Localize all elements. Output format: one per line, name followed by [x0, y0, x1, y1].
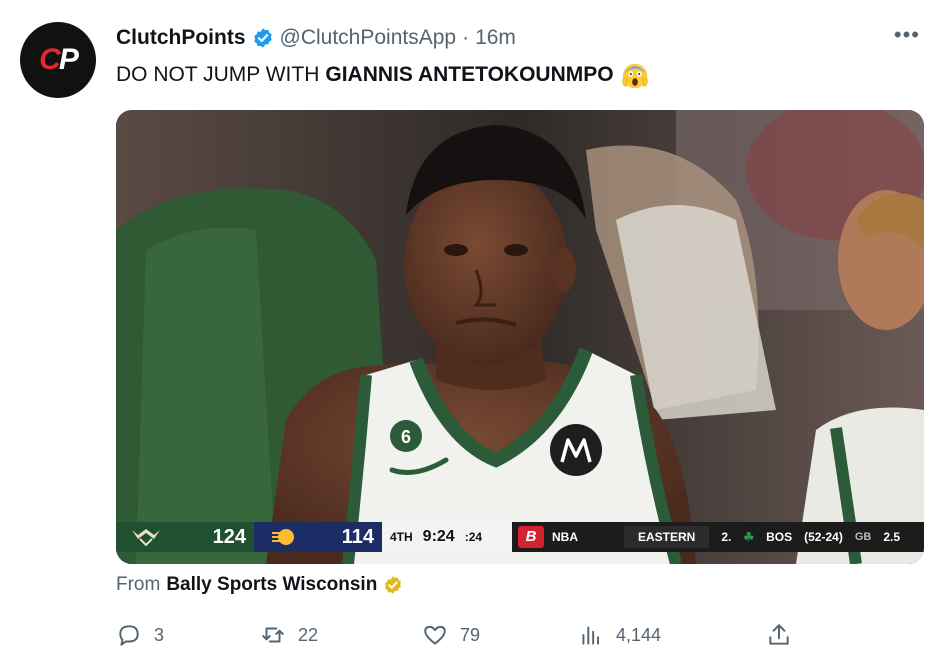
away-score: 114 — [341, 525, 374, 548]
tweet-text: DO NOT JUMP WITH GIANNIS ANTETOKOUNMPO — [116, 60, 650, 90]
shot-clock: :24 — [464, 530, 483, 544]
pacers-logo-icon — [272, 529, 294, 545]
standings-rank: 2. — [721, 530, 732, 544]
gold-verified-badge-icon — [385, 576, 402, 594]
network-bug: B NBA — [512, 522, 614, 552]
clock: 9:24 — [422, 528, 455, 545]
view-count: 4,144 — [616, 624, 662, 645]
avatar[interactable]: CP — [20, 22, 96, 98]
games-back-label: GB — [854, 531, 872, 543]
share-icon — [769, 624, 789, 645]
timestamp[interactable]: 16m — [475, 26, 516, 50]
display-name[interactable]: ClutchPoints — [116, 26, 246, 50]
celtics-logo-icon: ☘ — [743, 530, 755, 544]
tweet-actions: 3 22 79 4,144 — [116, 620, 806, 650]
tweet-text-plain: DO NOT JUMP WITH — [116, 63, 320, 86]
clutchpoints-logo: CP — [39, 43, 79, 76]
views-button[interactable]: 4,144 — [578, 620, 661, 650]
standings-ticker: EASTERN 2. ☘ BOS (52-24) GB 2.5 — [614, 522, 924, 552]
games-back-value: 2.5 — [883, 530, 901, 544]
heart-icon — [424, 625, 446, 645]
network-label: NBA — [552, 530, 578, 544]
analytics-icon — [582, 626, 600, 645]
reply-count: 3 — [154, 624, 165, 645]
conference-label: EASTERN — [624, 526, 710, 548]
scorebug: 124 114 4TH 9:24 :24 B NBA EASTERN 2. ☘ … — [116, 522, 924, 552]
quarter: 4TH — [390, 530, 413, 544]
handle[interactable]: @ClutchPointsApp — [280, 26, 457, 50]
game-clock: 4TH 9:24 :24 — [382, 522, 512, 552]
bally-sports-logo-icon: B — [518, 526, 544, 548]
standings-team: BOS — [766, 530, 793, 544]
retweet-icon — [262, 627, 284, 643]
source-prefix: From — [116, 574, 161, 595]
scorebug-home: 124 — [116, 522, 254, 552]
scorebug-away: 114 — [254, 522, 382, 552]
reply-button[interactable]: 3 — [116, 620, 164, 650]
standings-record: (52-24) — [804, 530, 843, 544]
share-button[interactable] — [766, 620, 792, 650]
retweet-count: 22 — [298, 624, 319, 645]
reply-icon — [119, 625, 139, 646]
more-options-icon[interactable]: ••• — [894, 24, 920, 46]
verified-badge-icon — [253, 28, 272, 48]
home-score: 124 — [212, 525, 246, 548]
retweet-button[interactable]: 22 — [260, 620, 318, 650]
tweet-header: ClutchPoints @ClutchPointsApp · 16m — [116, 24, 516, 52]
separator-dot: · — [462, 26, 470, 49]
tweet-media-video[interactable]: 6 124 114 4TH 9:24:24 B NBA EASTERN 2. … — [116, 110, 924, 564]
source-name[interactable]: Bally Sports Wisconsin — [166, 574, 377, 596]
tweet-text-bold: GIANNIS ANTETOKOUNMPO — [325, 63, 614, 86]
video-frame-image: 6 — [116, 110, 924, 564]
like-button[interactable]: 79 — [422, 620, 480, 650]
bucks-logo-icon — [132, 529, 160, 547]
like-count: 79 — [460, 624, 481, 645]
svg-text:6: 6 — [401, 427, 411, 447]
screaming-face-icon — [621, 63, 648, 89]
media-source: From Bally Sports Wisconsin — [116, 574, 403, 596]
